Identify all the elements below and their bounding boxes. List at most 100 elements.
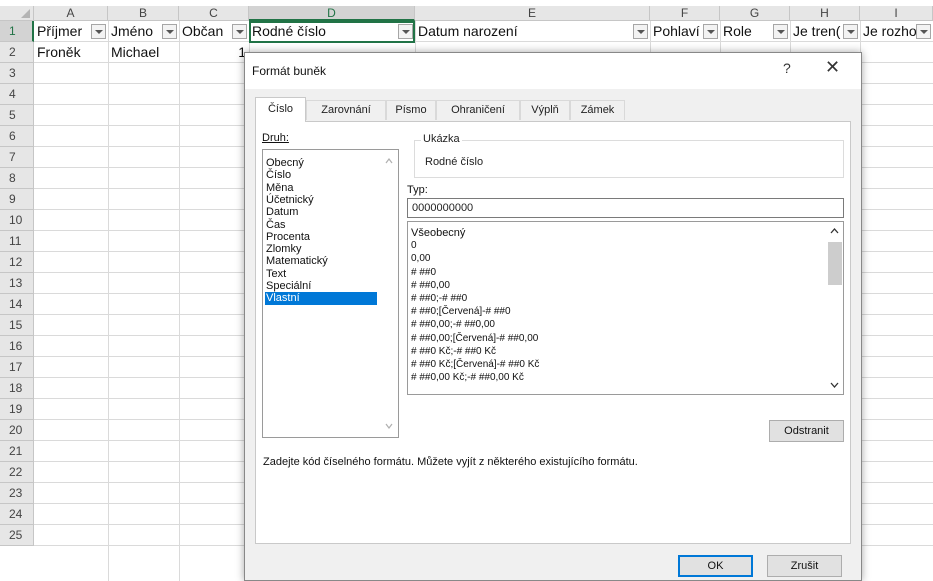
dialog-title-bar[interactable]: Formát buněk ? ✕: [245, 53, 861, 89]
row-header-2[interactable]: 2: [0, 42, 34, 63]
cell-b2[interactable]: Michael: [108, 42, 179, 62]
category-item[interactable]: Procenta: [265, 231, 377, 243]
tab-ohraniceni[interactable]: Ohraničení: [436, 100, 520, 120]
format-code-scrollbar[interactable]: [826, 222, 843, 394]
filter-dropdown-button[interactable]: [633, 24, 648, 39]
format-code-item[interactable]: # ##0;[Červená]-# ##0: [411, 306, 511, 318]
row-header-6[interactable]: 6: [0, 126, 34, 147]
close-icon[interactable]: ✕: [825, 57, 840, 78]
row-header-5[interactable]: 5: [0, 105, 34, 126]
delete-button[interactable]: Odstranit: [769, 420, 844, 442]
category-item[interactable]: Datum: [265, 206, 377, 218]
ok-button[interactable]: OK: [678, 555, 753, 577]
cell-c1[interactable]: Občan: [179, 21, 249, 41]
format-code-item[interactable]: Všeobecný: [411, 227, 465, 239]
cell-f1[interactable]: Pohlaví: [650, 21, 720, 41]
filter-dropdown-button[interactable]: [91, 24, 106, 39]
row-header-3[interactable]: 3: [0, 63, 34, 84]
scroll-down-icon[interactable]: [385, 422, 393, 430]
row-header-24[interactable]: 24: [0, 504, 34, 525]
cell-c2[interactable]: 1: [179, 42, 249, 62]
cell-g1[interactable]: Role: [720, 21, 790, 41]
cell-i1[interactable]: Je rozhoc: [860, 21, 933, 41]
scroll-up-icon[interactable]: [385, 157, 393, 165]
cell-e1[interactable]: Datum narození: [415, 21, 650, 41]
category-item[interactable]: Matematický: [265, 255, 377, 267]
row-header-10[interactable]: 10: [0, 210, 34, 231]
cell-h1[interactable]: Je tren(: [790, 21, 860, 41]
format-code-item[interactable]: # ##0: [411, 267, 436, 279]
row-header-23[interactable]: 23: [0, 483, 34, 504]
category-item[interactable]: Čas: [265, 219, 377, 231]
column-header-a[interactable]: A: [34, 6, 108, 21]
cell-b1[interactable]: Jméno: [108, 21, 179, 41]
format-code-item[interactable]: # ##0 Kč;-# ##0 Kč: [411, 346, 496, 358]
filter-dropdown-button[interactable]: [162, 24, 177, 39]
tab-zamek[interactable]: Zámek: [570, 100, 625, 120]
category-scrollbar[interactable]: [381, 150, 398, 437]
scroll-thumb[interactable]: [828, 242, 842, 285]
tab-pismo[interactable]: Písmo: [386, 100, 436, 120]
format-code-item[interactable]: # ##0;-# ##0: [411, 293, 467, 305]
filter-dropdown-button[interactable]: [916, 24, 931, 39]
row-header-9[interactable]: 9: [0, 189, 34, 210]
format-code-item[interactable]: # ##0,00;-# ##0,00: [411, 319, 495, 331]
category-item[interactable]: Číslo: [265, 169, 377, 181]
filter-dropdown-button[interactable]: [703, 24, 718, 39]
row-header-14[interactable]: 14: [0, 294, 34, 315]
cancel-button[interactable]: Zrušit: [767, 555, 842, 577]
select-all-corner[interactable]: [0, 6, 34, 21]
type-input[interactable]: 0000000000: [407, 198, 844, 218]
tab-cislo[interactable]: Číslo: [255, 97, 306, 122]
row-header-13[interactable]: 13: [0, 273, 34, 294]
column-header-f[interactable]: F: [650, 6, 720, 21]
tab-vypln[interactable]: Výplň: [520, 100, 570, 120]
format-code-item[interactable]: # ##0,00 Kč;-# ##0,00 Kč: [411, 372, 524, 384]
category-item[interactable]: Účetnický: [265, 194, 377, 206]
scroll-up-icon[interactable]: [830, 227, 839, 235]
tab-zarovnani[interactable]: Zarovnání: [306, 100, 386, 120]
row-header-19[interactable]: 19: [0, 399, 34, 420]
format-code-listbox[interactable]: Všeobecný 0 0,00 # ##0 # ##0,00 # ##0;-# ##0 #…: [407, 221, 844, 395]
column-header-e[interactable]: E: [415, 6, 650, 21]
row-header-8[interactable]: 8: [0, 168, 34, 189]
row-header-16[interactable]: 16: [0, 336, 34, 357]
cell-a2[interactable]: Froněk: [34, 42, 108, 62]
column-header-g[interactable]: G: [720, 6, 790, 21]
format-code-item[interactable]: # ##0 Kč;[Červená]-# ##0 Kč: [411, 359, 539, 371]
column-header-h[interactable]: H: [790, 6, 860, 21]
column-header-b[interactable]: B: [108, 6, 179, 21]
row-header-22[interactable]: 22: [0, 462, 34, 483]
filter-dropdown-button[interactable]: [773, 24, 788, 39]
category-item[interactable]: Speciální: [265, 280, 377, 292]
format-code-item[interactable]: 0: [411, 240, 417, 252]
help-button[interactable]: ?: [783, 60, 791, 76]
category-item[interactable]: Zlomky: [265, 243, 377, 255]
row-header-15[interactable]: 15: [0, 315, 34, 336]
column-header-c[interactable]: C: [179, 6, 249, 21]
row-header-11[interactable]: 11: [0, 231, 34, 252]
column-header-i[interactable]: I: [860, 6, 933, 21]
row-header-17[interactable]: 17: [0, 357, 34, 378]
row-header-18[interactable]: 18: [0, 378, 34, 399]
category-listbox[interactable]: Obecný Číslo Měna Účetnický Datum Čas Procenta…: [262, 149, 399, 438]
category-item[interactable]: Měna: [265, 182, 377, 194]
filter-dropdown-button[interactable]: [843, 24, 858, 39]
scroll-down-icon[interactable]: [830, 381, 839, 389]
format-code-item[interactable]: # ##0,00: [411, 280, 450, 292]
row-header-21[interactable]: 21: [0, 441, 34, 462]
row-header-12[interactable]: 12: [0, 252, 34, 273]
row-header-25[interactable]: 25: [0, 525, 34, 546]
format-code-item[interactable]: # ##0,00;[Červená]-# ##0,00: [411, 333, 538, 345]
category-item[interactable]: Text: [265, 268, 377, 280]
row-header-1[interactable]: 1: [0, 21, 34, 42]
row-header-4[interactable]: 4: [0, 84, 34, 105]
format-code-item[interactable]: 0,00: [411, 253, 430, 265]
filter-dropdown-button[interactable]: [232, 24, 247, 39]
row-header-20[interactable]: 20: [0, 420, 34, 441]
category-item[interactable]: Vlastní: [265, 292, 377, 306]
category-item[interactable]: Obecný: [265, 157, 377, 169]
cell-a1[interactable]: Příjmer: [34, 21, 108, 41]
column-header-d[interactable]: D: [249, 6, 415, 21]
row-header-7[interactable]: 7: [0, 147, 34, 168]
